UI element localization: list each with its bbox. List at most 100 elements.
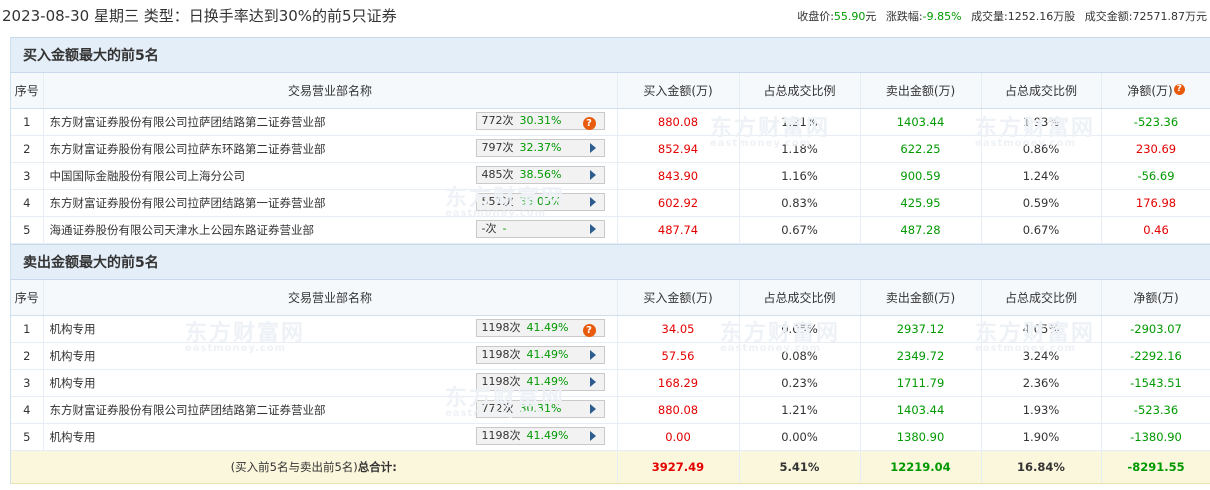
win-rate: - [502,222,507,235]
sell-ratio: 1.93% [981,396,1102,424]
win-rate: 41.49% [526,348,569,361]
broker-stats-badge[interactable]: 1198次 41.49%? [475,319,605,338]
buy-amount: 0.00 [617,423,740,451]
buy-ratio: 0.00% [739,423,861,451]
sell-amount: 622.25 [860,135,982,163]
net-amount: 176.98 [1101,189,1210,217]
sell-ratio: 0.86% [981,135,1102,163]
broker-name-cell: 东方财富证券股份有限公司拉萨团结路第一证券营业部 551次 35.03% [43,189,618,217]
broker-name-cell: 海通证券股份有限公司天津水上公园东路证券营业部 -次 - [43,216,618,244]
sell-amount: 900.59 [860,162,982,190]
broker-stats-badge[interactable]: 1198次 41.49% [475,373,605,392]
volume-value: 1252.16万股 [1007,10,1076,23]
win-rate: 32.37% [519,141,562,154]
sell-section-title: 卖出金额最大的前5名 [11,244,1210,280]
broker-name-cell: 机构专用 1198次 41.49% [43,342,618,370]
appear-count: 797次 [481,141,514,154]
broker-stats-badge[interactable]: 1198次 41.49% [475,346,605,365]
table-row: 5 机构专用 1198次 41.49% 0.00 0.00% 1380.90 1.90% -13… [11,423,1210,451]
sell-table: 序号 交易营业部名称 买入金额(万) 占总成交比例 卖出金额(万) 占总成交比例… [11,280,1210,484]
sell-ratio: 1.90% [981,423,1102,451]
help-icon[interactable]: ? [582,322,596,338]
broker-name[interactable]: 机构专用 [50,348,96,364]
broker-name[interactable]: 东方财富证券股份有限公司拉萨东环路第二证券营业部 [50,141,326,157]
buy-section-title: 买入金额最大的前5名 [11,37,1210,73]
expand-arrow-icon[interactable] [589,403,596,419]
buy-ratio: 1.16% [739,162,861,190]
broker-stats-badge[interactable]: 485次 38.56% [475,166,605,185]
help-icon[interactable]: ? [1173,84,1185,95]
broker-stats-badge[interactable]: 772次 30.31%? [475,112,605,131]
broker-stats-badge[interactable]: 772次 30.31% [475,400,605,419]
sell-ratio: 1.24% [981,162,1102,190]
table-row: 2 机构专用 1198次 41.49% 57.56 0.08% 2349.72 3.24% -2… [11,342,1210,370]
broker-name-cell: 东方财富证券股份有限公司拉萨团结路第二证券营业部 772次 30.31% [43,396,618,424]
col-sell: 卖出金额(万) [860,280,982,316]
win-rate: 38.56% [519,168,562,181]
broker-name-cell: 东方财富证券股份有限公司拉萨东环路第二证券营业部 797次 32.37% [43,135,618,163]
col-buy-ratio: 占总成交比例 [739,280,861,316]
broker-name[interactable]: 机构专用 [50,321,96,337]
close-price-label: 收盘价: [797,10,834,23]
row-seq: 2 [11,342,44,370]
table-row: 5 海通证券股份有限公司天津水上公园东路证券营业部 -次 - 487.74 0.67% 48… [11,216,1210,244]
net-amount: -2903.07 [1101,315,1210,343]
expand-arrow-icon[interactable] [589,349,596,365]
col-net: 净额(万) [1101,280,1210,316]
top-bar: 2023-08-30 星期三 类型：日换手率达到30%的前5只证券 收盘价:55… [0,0,1210,37]
buy-amount: 168.29 [617,369,740,397]
change-value: -9.85% [922,10,962,23]
help-icon[interactable]: ? [582,115,596,131]
sell-ratio: 0.67% [981,216,1102,244]
buy-amount: 880.08 [617,396,740,424]
expand-arrow-icon[interactable] [589,196,596,212]
row-seq: 5 [11,216,44,244]
broker-stats-badge[interactable]: 551次 35.03% [475,193,605,212]
broker-name-cell: 机构专用 1198次 41.49% [43,423,618,451]
total-row: (买入前5名与卖出前5名)总合计: 3927.49 5.41% 12219.04… [11,450,1210,484]
buy-ratio: 0.05% [739,315,861,343]
net-amount: -523.36 [1101,396,1210,424]
table-row: 3 机构专用 1198次 41.49% 168.29 0.23% 1711.79 2.36% -… [11,369,1210,397]
total-sell-ratio: 16.84% [981,450,1102,484]
sell-amount: 1403.44 [860,108,982,136]
col-net: 净额(万)? [1101,73,1210,109]
net-amount: -1543.51 [1101,369,1210,397]
broker-name[interactable]: 海通证券股份有限公司天津水上公园东路证券营业部 [50,222,315,238]
buy-ratio: 1.21% [739,108,861,136]
amount-value: 72571.87万元 [1132,10,1208,23]
change-label: 涨跌幅: [885,10,923,23]
amount-label: 成交金额: [1084,10,1133,23]
broker-name[interactable]: 东方财富证券股份有限公司拉萨团结路第一证券营业部 [50,195,326,211]
expand-arrow-icon[interactable] [589,223,596,239]
expand-arrow-icon[interactable] [589,430,596,446]
table-row: 3 中国国际金融股份有限公司上海分公司 485次 38.56% 843.90 1.16% 9… [11,162,1210,190]
broker-stats-badge[interactable]: -次 - [475,220,605,239]
win-rate: 41.49% [526,429,569,442]
broker-name[interactable]: 机构专用 [50,375,96,391]
sell-amount: 1711.79 [860,369,982,397]
broker-stats-badge[interactable]: 797次 32.37% [475,139,605,158]
broker-name[interactable]: 东方财富证券股份有限公司拉萨团结路第二证券营业部 [50,114,326,130]
expand-arrow-icon[interactable] [589,169,596,185]
net-amount: -1380.90 [1101,423,1210,451]
buy-ratio: 0.23% [739,369,861,397]
total-buy: 3927.49 [617,450,740,484]
broker-name-cell: 机构专用 1198次 41.49%? [43,315,618,343]
expand-arrow-icon[interactable] [589,142,596,158]
broker-name[interactable]: 机构专用 [50,429,96,445]
win-rate: 35.03% [519,195,562,208]
buy-amount: 487.74 [617,216,740,244]
page-title: 2023-08-30 星期三 类型：日换手率达到30%的前5只证券 [2,7,397,25]
col-buy-ratio: 占总成交比例 [739,73,861,109]
broker-name[interactable]: 中国国际金融股份有限公司上海分公司 [50,168,246,184]
broker-name[interactable]: 东方财富证券股份有限公司拉萨团结路第二证券营业部 [50,402,326,418]
win-rate: 30.31% [519,402,562,415]
sell-amount: 487.28 [860,216,982,244]
sell-ratio: 1.93% [981,108,1102,136]
sell-amount: 2349.72 [860,342,982,370]
appear-count: 1198次 [481,348,521,361]
expand-arrow-icon[interactable] [589,376,596,392]
broker-stats-badge[interactable]: 1198次 41.49% [475,427,605,446]
total-sell: 12219.04 [860,450,982,484]
